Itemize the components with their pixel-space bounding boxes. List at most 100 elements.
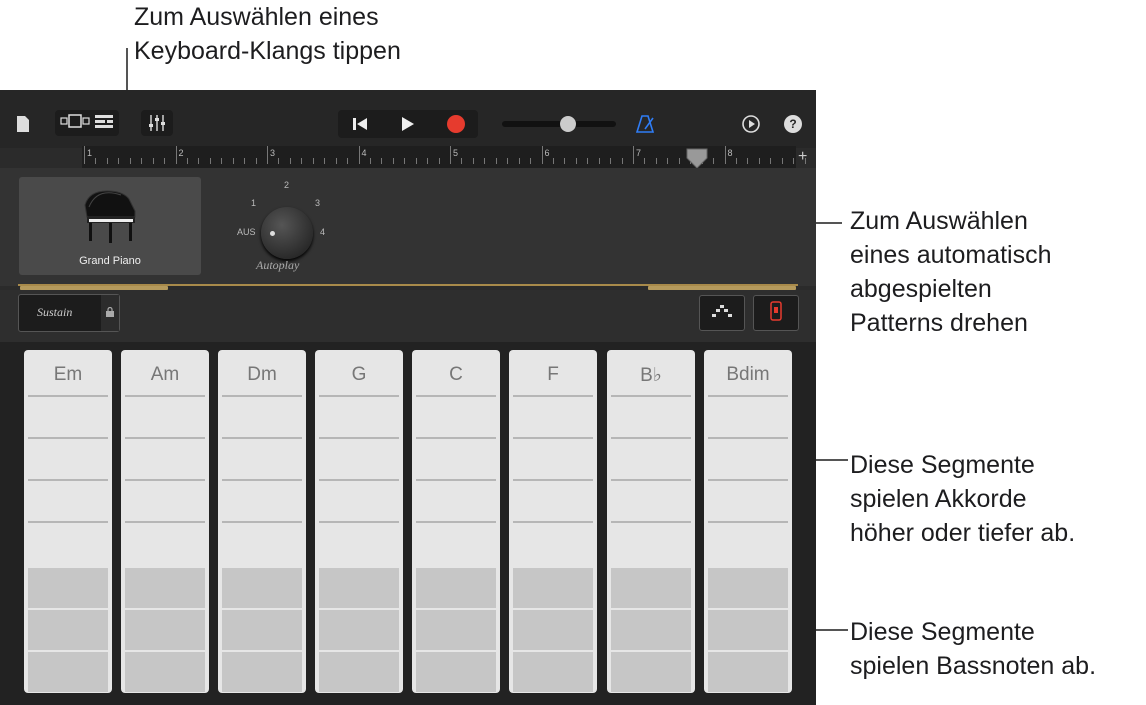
- chord-segment-divider[interactable]: [611, 437, 691, 439]
- chord-segment-divider[interactable]: [416, 395, 496, 397]
- chord-strip-4[interactable]: C: [412, 350, 500, 693]
- ruler-tick: [427, 158, 429, 164]
- chord-segment-divider[interactable]: [28, 479, 108, 481]
- record-icon[interactable]: [442, 114, 470, 134]
- bass-segment[interactable]: [28, 652, 108, 692]
- bass-segment[interactable]: [222, 652, 302, 692]
- chord-segment-divider[interactable]: [319, 395, 399, 397]
- bass-segment[interactable]: [708, 568, 788, 608]
- bass-segment[interactable]: [611, 568, 691, 608]
- bass-segment[interactable]: [513, 652, 593, 692]
- chord-strip-1[interactable]: Am: [121, 350, 209, 693]
- instrument-selector[interactable]: Grand Piano: [19, 177, 201, 275]
- chord-name: C: [449, 364, 463, 385]
- help-icon[interactable]: ?: [784, 115, 802, 133]
- volume-slider[interactable]: [502, 116, 616, 132]
- chord-segment-divider[interactable]: [222, 521, 302, 523]
- chord-strip-2[interactable]: Dm: [218, 350, 306, 693]
- bass-segment[interactable]: [708, 610, 788, 650]
- settings-icon[interactable]: [740, 113, 762, 135]
- chord-segment-divider[interactable]: [611, 479, 691, 481]
- metronome-icon[interactable]: [636, 114, 656, 134]
- bass-segment[interactable]: [319, 610, 399, 650]
- bass-segment[interactable]: [513, 610, 593, 650]
- chord-segment-divider[interactable]: [513, 521, 593, 523]
- lock-icon: [106, 304, 114, 322]
- chord-name: B♭: [640, 365, 662, 386]
- chord-segment-divider[interactable]: [28, 437, 108, 439]
- ruler-tick: [175, 146, 177, 164]
- bass-segment[interactable]: [125, 610, 205, 650]
- chord-strip-7[interactable]: Bdim: [704, 350, 792, 693]
- bass-segment[interactable]: [222, 610, 302, 650]
- chord-segment-divider[interactable]: [125, 395, 205, 397]
- chord-segment-divider[interactable]: [708, 479, 788, 481]
- bass-segment[interactable]: [319, 568, 399, 608]
- chord-segment-divider[interactable]: [416, 521, 496, 523]
- chord-segment-divider[interactable]: [416, 479, 496, 481]
- play-icon[interactable]: [394, 115, 422, 133]
- mixer-icon[interactable]: [141, 110, 173, 136]
- bass-segment[interactable]: [416, 652, 496, 692]
- bass-segment[interactable]: [125, 568, 205, 608]
- bass-segment[interactable]: [222, 568, 302, 608]
- bass-segment[interactable]: [319, 652, 399, 692]
- chord-segment-divider[interactable]: [513, 479, 593, 481]
- autoplay-knob-indicator: [270, 231, 275, 236]
- ruler-tick: [575, 158, 577, 164]
- chord-segment-divider[interactable]: [513, 395, 593, 397]
- chord-segment-divider[interactable]: [416, 437, 496, 439]
- ruler-tick: [198, 158, 200, 164]
- ruler-tick: [381, 158, 383, 164]
- chord-strip-3[interactable]: G: [315, 350, 403, 693]
- chord-segment-divider[interactable]: [125, 521, 205, 523]
- bass-segment[interactable]: [125, 652, 205, 692]
- bass-segment[interactable]: [611, 610, 691, 650]
- bass-segment[interactable]: [513, 568, 593, 608]
- bass-segment[interactable]: [416, 610, 496, 650]
- remote-button[interactable]: [753, 295, 799, 331]
- chord-segment-divider[interactable]: [222, 395, 302, 397]
- chord-segment-divider[interactable]: [319, 479, 399, 481]
- sustain-lock[interactable]: [101, 295, 119, 331]
- chord-strip-5[interactable]: F: [509, 350, 597, 693]
- arpeggiator-button[interactable]: [699, 295, 745, 331]
- chord-strip-6[interactable]: B♭: [607, 350, 695, 693]
- view-toggle[interactable]: [55, 110, 119, 136]
- chord-segment-divider[interactable]: [611, 521, 691, 523]
- bass-segment[interactable]: [28, 568, 108, 608]
- autoplay-position-3: 3: [315, 198, 321, 208]
- chord-segment-divider[interactable]: [708, 395, 788, 397]
- rewind-icon[interactable]: [346, 115, 374, 133]
- chord-segment-divider[interactable]: [28, 521, 108, 523]
- ruler-tick: [152, 158, 154, 164]
- chord-segment-divider[interactable]: [708, 521, 788, 523]
- ruler-tick: [633, 146, 634, 164]
- bass-segment[interactable]: [708, 652, 788, 692]
- volume-slider-thumb[interactable]: [560, 116, 576, 132]
- sustain-button[interactable]: Sustain: [18, 294, 120, 332]
- autoplay-position-4: 4: [320, 227, 326, 237]
- chord-segment-divider[interactable]: [708, 437, 788, 439]
- bass-segment[interactable]: [28, 610, 108, 650]
- bass-segment[interactable]: [416, 568, 496, 608]
- ruler-bar-number: 1: [87, 148, 93, 158]
- tracks-icon[interactable]: [94, 114, 114, 133]
- chord-segment-divider[interactable]: [611, 395, 691, 397]
- ruler-tick: [587, 158, 589, 164]
- autoplay-knob[interactable]: [261, 207, 313, 259]
- chord-strip-0[interactable]: Em: [24, 350, 112, 693]
- chord-segment-divider[interactable]: [222, 479, 302, 481]
- ruler-tick: [598, 158, 600, 164]
- bass-segment[interactable]: [611, 652, 691, 692]
- add-section-button[interactable]: +: [798, 148, 807, 166]
- chord-segment-divider[interactable]: [319, 437, 399, 439]
- chord-segment-divider[interactable]: [28, 395, 108, 397]
- chord-segment-divider[interactable]: [125, 437, 205, 439]
- chord-segment-divider[interactable]: [513, 437, 593, 439]
- document-icon[interactable]: [14, 114, 32, 134]
- ruler-tick: [655, 158, 657, 164]
- chord-segment-divider[interactable]: [222, 437, 302, 439]
- chord-segment-divider[interactable]: [125, 479, 205, 481]
- chord-segment-divider[interactable]: [319, 521, 399, 523]
